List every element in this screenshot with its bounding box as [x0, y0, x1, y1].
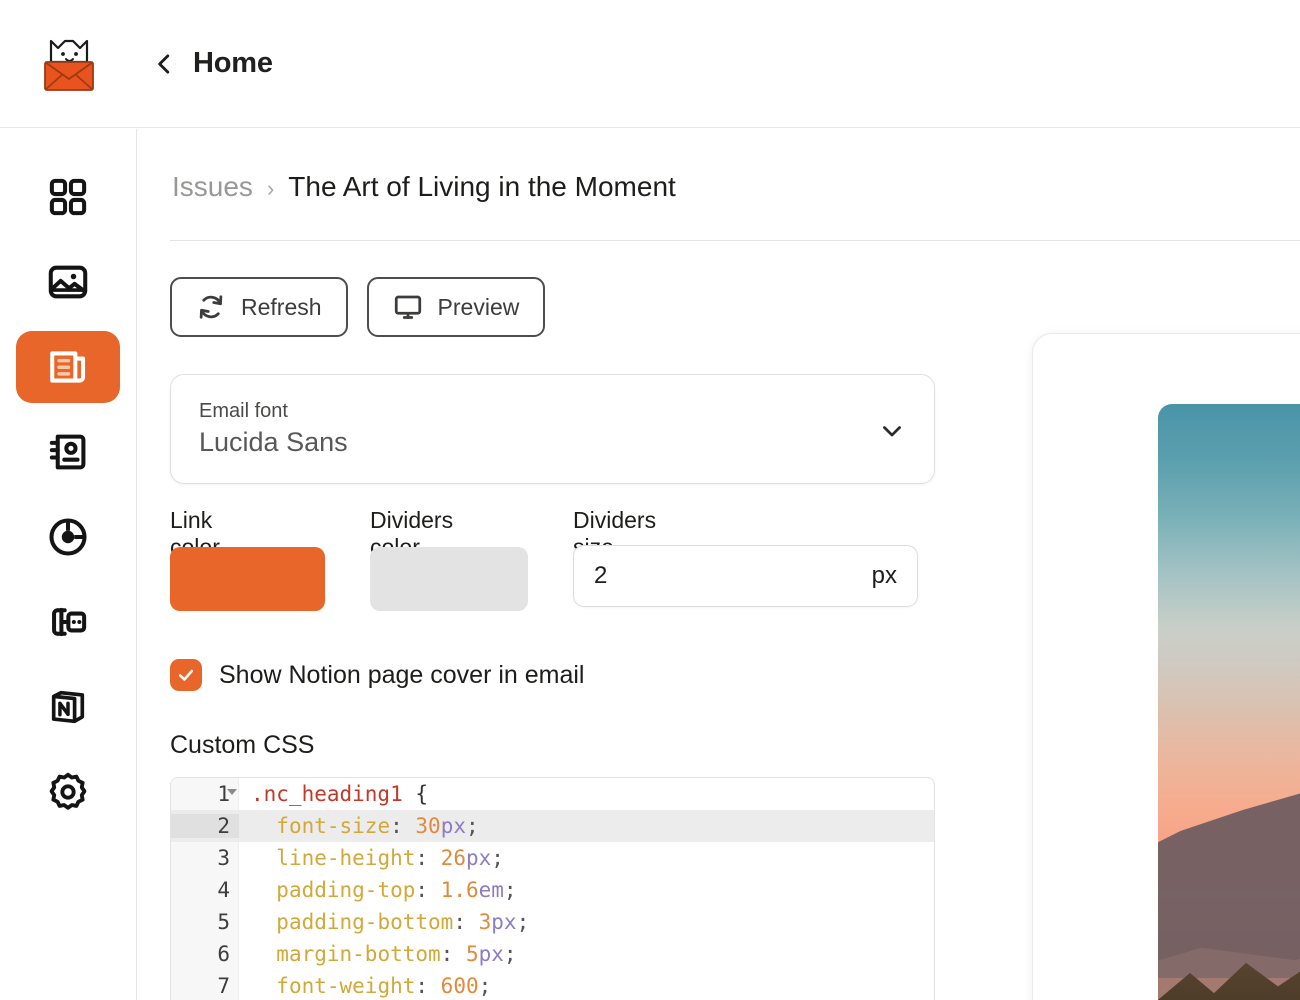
refresh-icon: [199, 295, 223, 319]
sidebar-item-settings[interactable]: [16, 756, 120, 828]
code-fold-toggle-icon[interactable]: [227, 789, 237, 795]
sidebar-item-subscribers[interactable]: [16, 416, 120, 488]
sidebar-item-issues[interactable]: [16, 331, 120, 403]
show-cover-row[interactable]: Show Notion page cover in email: [170, 659, 584, 691]
refresh-button[interactable]: Refresh: [170, 277, 348, 337]
line-number: 5: [217, 910, 230, 934]
code-text: font-weight: 600;: [276, 974, 492, 998]
custom-css-label: Custom CSS: [170, 731, 315, 759]
code-text: .nc_heading1 {: [251, 782, 429, 806]
gear-icon: [49, 772, 87, 810]
preview-button[interactable]: Preview: [366, 277, 546, 337]
email-preview-panel[interactable]: [1032, 333, 1300, 1000]
sidebar-item-integrations[interactable]: [16, 586, 120, 658]
code-line[interactable]: 2 font-size: 30px;: [171, 810, 934, 842]
email-font-value: Lucida Sans: [199, 427, 348, 457]
show-cover-checkbox[interactable]: [170, 659, 202, 691]
sidebar-item-dashboard[interactable]: [16, 161, 120, 233]
preview-button-label: Preview: [437, 293, 520, 320]
app-root: Home Issues › The Art of Living in the M…: [0, 0, 1300, 1000]
link-color-swatch[interactable]: [170, 547, 325, 611]
code-text: font-size: 30px;: [276, 814, 479, 838]
line-number: 2: [171, 814, 239, 838]
line-number: 6: [217, 942, 230, 966]
code-text: line-height: 26px;: [276, 846, 504, 870]
check-icon: [178, 669, 194, 681]
dividers-size-input[interactable]: 2 px: [573, 545, 918, 607]
custom-css-editor[interactable]: 1 .nc_heading1 {2 font-size: 30px; 3 line-…: [170, 777, 935, 1000]
pie-chart-icon: [49, 518, 87, 556]
sidebar-item-notion[interactable]: [16, 671, 120, 743]
line-number: 4: [217, 878, 230, 902]
code-line[interactable]: 4 padding-top: 1.6em;: [171, 874, 934, 906]
code-text: padding-bottom: 3px;: [276, 910, 530, 934]
sidebar-item-analytics[interactable]: [16, 501, 120, 573]
page-title: Home: [193, 47, 273, 79]
plug-connect-icon: [52, 607, 87, 637]
top-bar: Home: [0, 0, 1300, 128]
chevron-down-icon[interactable]: [878, 417, 906, 445]
sidebar-item-media[interactable]: [16, 246, 120, 318]
app-logo[interactable]: [0, 0, 137, 128]
notion-cube-icon: [51, 690, 85, 724]
newspaper-icon: [50, 351, 86, 383]
cat-envelope-logo: [43, 39, 94, 91]
breadcrumb-separator: ›: [266, 176, 275, 201]
grid-icon: [49, 178, 87, 216]
code-line[interactable]: 7 font-weight: 600;: [171, 970, 934, 1000]
dividers-size-value: 2: [594, 562, 608, 589]
code-line[interactable]: 1 .nc_heading1 {: [171, 778, 934, 810]
contact-book-icon: [49, 434, 86, 470]
sidebar: [0, 129, 137, 1000]
line-number: 3: [217, 846, 230, 870]
code-line[interactable]: 3 line-height: 26px;: [171, 842, 934, 874]
breadcrumb: Issues › The Art of Living in the Moment: [172, 171, 676, 203]
code-line[interactable]: 6 margin-bottom: 5px;: [171, 938, 934, 970]
back-chevron-icon[interactable]: [151, 51, 177, 77]
line-number: 7: [217, 974, 230, 998]
image-icon: [48, 265, 88, 299]
code-text: margin-bottom: 5px;: [276, 942, 517, 966]
code-area[interactable]: 1 .nc_heading1 {2 font-size: 30px; 3 line-…: [171, 778, 934, 1000]
code-text: padding-top: 1.6em;: [276, 878, 517, 902]
toolbar: Refresh Preview: [170, 277, 546, 337]
email-font-select[interactable]: Email font Lucida Sans: [170, 374, 935, 484]
dividers-size-unit: px: [871, 562, 897, 589]
show-cover-label: Show Notion page cover in email: [219, 660, 585, 689]
header-divider: [170, 240, 1300, 241]
dividers-color-swatch[interactable]: [370, 547, 528, 611]
breadcrumb-current: The Art of Living in the Moment: [288, 171, 676, 202]
refresh-button-label: Refresh: [241, 293, 322, 320]
monitor-icon: [394, 295, 421, 319]
preview-cover-image: [1158, 404, 1300, 1000]
breadcrumb-parent[interactable]: Issues: [172, 171, 253, 203]
email-font-label: Email font: [199, 400, 288, 422]
code-line[interactable]: 5 padding-bottom: 3px;: [171, 906, 934, 938]
